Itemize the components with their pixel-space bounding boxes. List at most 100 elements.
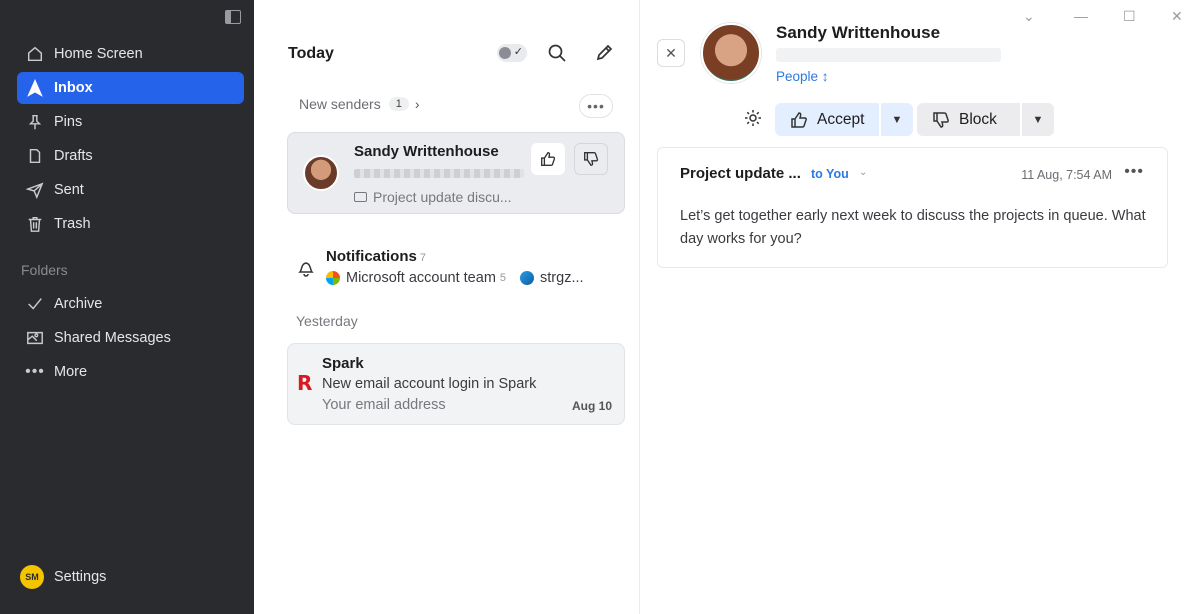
new-senders-count: 1 — [388, 97, 409, 111]
trash-icon — [25, 214, 45, 234]
search-icon — [548, 44, 566, 62]
message-more-icon[interactable]: ••• — [1124, 163, 1144, 181]
sidebar-item-label: Archive — [54, 296, 103, 312]
sidebar-item-trash[interactable]: Trash — [17, 208, 244, 240]
accept-dropdown-icon[interactable]: ▼ — [879, 103, 913, 136]
maximize-icon[interactable]: ☐ — [1123, 8, 1136, 25]
message-subject: Project update discu... — [354, 189, 512, 205]
message-card-spark[interactable]: R Spark New email account login in Spark… — [287, 343, 625, 425]
more-icon: ••• — [25, 363, 45, 380]
folders-nav: Archive Shared Messages ••• More — [17, 288, 244, 390]
new-senders-label: New senders — [299, 96, 381, 112]
send-icon — [25, 180, 45, 200]
search-button[interactable] — [545, 41, 569, 65]
more-options-button[interactable]: ••• — [579, 94, 613, 118]
notifications-count: 7 — [419, 252, 426, 264]
sidebar-item-label: Trash — [54, 216, 91, 232]
draft-icon — [25, 146, 45, 166]
microsoft-logo-icon — [326, 271, 340, 285]
message-subject: Project update ... — [680, 165, 801, 182]
check-icon — [25, 294, 45, 314]
settings-button[interactable]: SM Settings — [20, 565, 106, 589]
block-sender-button[interactable] — [574, 143, 608, 175]
message-detail: ⌄ — ☐ ✕ ✕ Sandy Writtenhouse People ↕ Ac… — [641, 0, 1200, 614]
message-date: Aug 10 — [571, 399, 612, 413]
close-window-icon[interactable]: ✕ — [1171, 8, 1183, 25]
minimize-icon[interactable]: — — [1074, 8, 1088, 24]
blurred-email — [776, 48, 1001, 62]
notifications-group[interactable]: Notifications 7 Microsoft account team 5 … — [296, 246, 616, 292]
sidebar-item-label: More — [54, 364, 88, 380]
accept-label: Accept — [775, 103, 864, 136]
home-icon — [25, 44, 45, 64]
avatar — [303, 155, 339, 191]
thumbs-down-icon — [584, 152, 599, 166]
sidebar-toggle-icon[interactable] — [225, 10, 241, 24]
message-card-sandy[interactable]: Sandy Writtenhouse Project update discu.… — [287, 132, 625, 214]
accept-text: Accept — [817, 110, 865, 128]
sidebar-item-inbox[interactable]: Inbox — [17, 72, 244, 104]
sidebar-item-sent[interactable]: Sent — [17, 174, 244, 206]
thumbs-up-icon — [791, 111, 807, 128]
settings-label: Settings — [54, 569, 107, 585]
message-text: Let’s get together early next week to di… — [680, 208, 1146, 247]
block-text: Block — [959, 110, 997, 128]
sidebar-item-drafts[interactable]: Drafts — [17, 140, 244, 172]
notification-sender-count: 5 — [499, 272, 507, 284]
chevron-right-icon: › — [414, 96, 420, 112]
sidebar-item-label: Drafts — [54, 148, 93, 164]
thumbs-up-icon — [541, 152, 556, 166]
sender-name: Sandy Writtenhouse — [776, 23, 941, 42]
sidebar-item-archive[interactable]: Archive — [17, 288, 244, 320]
subject-text: Project update discu... — [373, 189, 512, 205]
sidebar-nav: Home Screen Inbox Pins Drafts Sent Trash — [17, 38, 244, 242]
close-icon: ✕ — [665, 44, 677, 61]
avatar: SM — [20, 565, 44, 589]
notifications-label: Notifications — [326, 248, 417, 265]
blurred-email — [354, 169, 524, 178]
sidebar-item-label: Pins — [54, 114, 83, 130]
inbox-icon — [25, 78, 45, 98]
block-button[interactable]: Block ▼ — [917, 103, 1054, 136]
sidebar-item-more[interactable]: ••• More — [17, 356, 244, 388]
check-icon: ✓ — [513, 46, 523, 58]
sidebar: Home Screen Inbox Pins Drafts Sent Trash… — [0, 0, 254, 614]
message-preview: Your email address — [322, 397, 446, 413]
list-title: Today — [288, 45, 334, 62]
accept-button[interactable]: Accept ▼ — [775, 103, 913, 136]
pencil-icon — [596, 44, 613, 61]
chevron-down-icon[interactable]: ⌄ — [1023, 8, 1035, 25]
notifications-title: Notifications 7 — [326, 248, 426, 265]
compose-button[interactable] — [592, 41, 616, 65]
spark-logo-icon: R — [297, 371, 313, 395]
close-detail-button[interactable]: ✕ — [657, 39, 685, 67]
notifications-senders: Microsoft account team 5 strgz... — [326, 270, 584, 286]
message-list: Today ✓ New senders 1 › ••• Sandy Writte… — [254, 0, 640, 614]
strgz-logo-icon — [520, 271, 535, 285]
message-time: 11 Aug, 7:54 AM — [1021, 168, 1112, 182]
sidebar-item-shared-messages[interactable]: Shared Messages — [17, 322, 244, 354]
gear-icon[interactable] — [743, 108, 765, 130]
people-dropdown[interactable]: People ↕ — [776, 69, 829, 84]
sender-name: Spark — [322, 355, 364, 372]
sidebar-item-label: Inbox — [54, 80, 93, 96]
notification-sender: Microsoft account team — [346, 270, 496, 286]
sidebar-item-pins[interactable]: Pins — [17, 106, 244, 138]
pin-icon — [25, 112, 45, 132]
message-subject: New email account login in Spark — [322, 376, 537, 392]
shared-icon — [25, 328, 45, 348]
block-dropdown-icon[interactable]: ▼ — [1020, 103, 1054, 136]
thumbs-down-icon — [933, 111, 949, 128]
filter-toggle[interactable]: ✓ — [497, 44, 527, 62]
chevron-down-icon[interactable]: ⌄ — [859, 167, 867, 178]
bell-icon — [296, 258, 318, 280]
recipient-dropdown[interactable]: to You — [811, 167, 849, 181]
block-label: Block — [917, 103, 997, 136]
sidebar-item-label: Shared Messages — [54, 330, 171, 346]
sender-name: Sandy Writtenhouse — [354, 143, 499, 160]
section-heading-yesterday: Yesterday — [296, 313, 358, 329]
accept-sender-button[interactable] — [531, 143, 565, 175]
new-senders-toggle[interactable]: New senders 1 › — [299, 96, 420, 112]
sidebar-item-home-screen[interactable]: Home Screen — [17, 38, 244, 70]
sidebar-item-label: Home Screen — [54, 46, 143, 62]
